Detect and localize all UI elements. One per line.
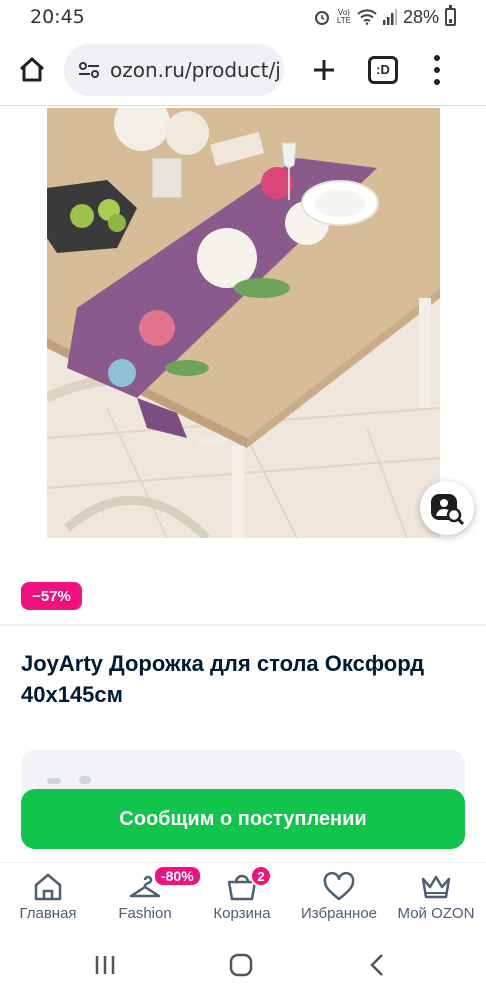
tabs-button[interactable]: :D [368, 55, 398, 84]
signal-icon [382, 9, 397, 25]
system-navigation-bar [0, 935, 486, 1000]
image-search-icon [431, 494, 464, 525]
discount-value: −57% [32, 587, 71, 605]
product-image[interactable] [47, 108, 440, 538]
discount-badge: −57% [21, 582, 82, 610]
home-nav-icon[interactable] [229, 953, 253, 977]
recent-apps-icon[interactable] [93, 953, 117, 977]
cart-count-badge: 2 [250, 865, 272, 887]
tab-label: Мой OZON [397, 905, 475, 922]
wifi-icon [357, 9, 377, 25]
menu-dot [434, 78, 440, 85]
tabs-count: :D [376, 62, 390, 77]
home-icon [34, 873, 62, 901]
notify-when-available-button[interactable]: Сообщим о поступлении [21, 789, 465, 849]
bottom-tab-bar: Главная -80% Fashion 2 Корзина Избранное… [0, 862, 486, 932]
home-icon [19, 57, 45, 81]
status-icons: Vo) LTE 28% [313, 5, 456, 28]
image-search-button[interactable] [420, 481, 474, 535]
browser-toolbar: ozon.ru/product/j :D [0, 34, 486, 106]
tab-fashion[interactable]: -80% Fashion [97, 863, 202, 933]
heart-icon [323, 871, 355, 901]
notify-label: Сообщим о поступлении [119, 807, 367, 830]
product-title: JoyArty Дорожка для стола Оксфорд 40х145… [21, 651, 425, 707]
tab-label: Избранное [300, 905, 378, 922]
site-settings-icon [79, 61, 99, 78]
battery-icon [445, 5, 456, 26]
info-card-placeholder [79, 776, 91, 784]
info-card-placeholder [47, 778, 61, 784]
section-divider [0, 624, 486, 626]
address-bar[interactable]: ozon.ru/product/j [64, 43, 284, 96]
tab-home[interactable]: Главная [0, 863, 96, 933]
menu-dot [434, 66, 440, 73]
home-button[interactable] [0, 34, 64, 106]
browser-menu-button[interactable] [432, 54, 442, 85]
crown-icon [421, 875, 451, 899]
tab-label: Главная [19, 905, 77, 922]
tab-favorites[interactable]: Избранное [291, 863, 387, 933]
status-bar: 20:45 Vo) LTE 28% [0, 0, 486, 34]
alarm-icon [314, 11, 329, 25]
back-icon[interactable] [366, 953, 390, 977]
status-time: 20:45 [30, 6, 85, 28]
plus-icon [314, 59, 334, 80]
menu-dot [434, 54, 440, 61]
tab-label: Корзина [213, 905, 271, 922]
url-text: ozon.ru/product/j [110, 57, 281, 82]
tab-my-ozon[interactable]: Мой OZON [388, 863, 484, 933]
new-tab-button[interactable] [304, 50, 344, 90]
tab-cart[interactable]: 2 Корзина [194, 863, 290, 933]
battery-percent: 28% [402, 6, 439, 27]
tab-label: Fashion [118, 905, 172, 922]
volte-icon: Vo) LTE [336, 8, 351, 25]
